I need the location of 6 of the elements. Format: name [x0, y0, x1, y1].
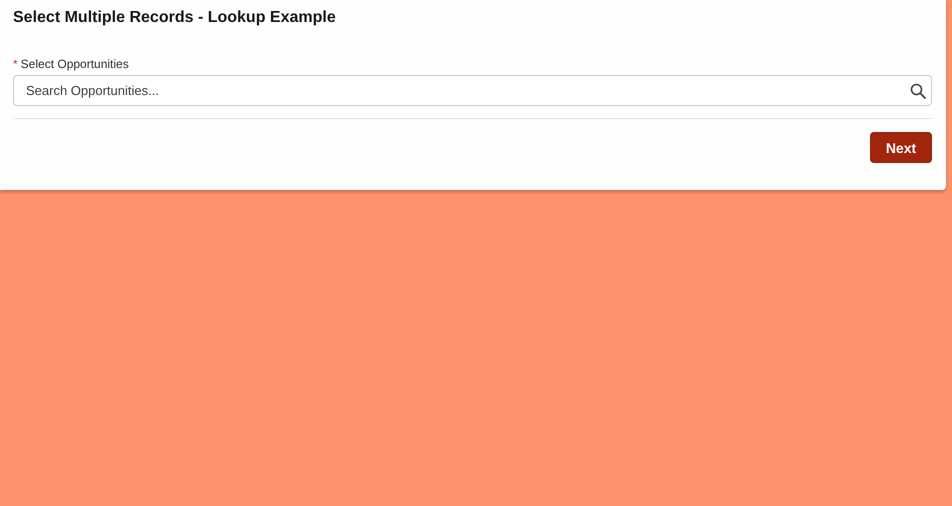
search-icon	[910, 83, 926, 99]
search-field[interactable]: Search Opportunities...	[13, 75, 932, 106]
card-title: Select Multiple Records - Lookup Example	[13, 8, 337, 28]
next-button[interactable]: Next	[870, 132, 932, 163]
field-label: Select Opportunities	[20, 57, 129, 71]
required-mark: *	[13, 57, 18, 71]
